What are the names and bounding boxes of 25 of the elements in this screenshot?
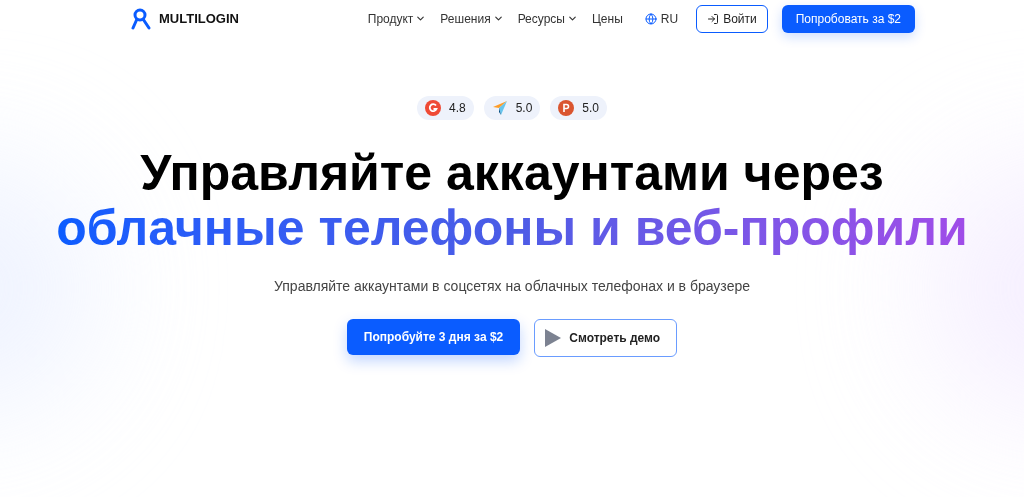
brand-name: MULTILOGIN xyxy=(159,9,239,28)
nav-link[interactable]: Цены xyxy=(591,9,623,28)
rating-score: 5.0 xyxy=(582,100,600,117)
nav-link[interactable]: Ресурсы xyxy=(517,9,578,28)
rating-logo-icon xyxy=(558,100,575,116)
nav-link[interactable]: Продукт xyxy=(367,9,427,28)
play-icon xyxy=(545,329,562,347)
chevron-down-icon xyxy=(566,13,578,24)
nav-link[interactable]: Решения xyxy=(440,9,504,28)
hero-title: Управляйте аккаунтами через xyxy=(140,146,884,200)
chevron-down-icon xyxy=(415,13,427,24)
logo-icon[interactable] xyxy=(131,7,151,30)
login-button[interactable]: Войти xyxy=(696,4,768,33)
rating-score: 4.8 xyxy=(448,100,466,117)
paper-plane-icon xyxy=(491,100,508,116)
rating-score: 5.0 xyxy=(515,100,533,117)
chevron-down-icon xyxy=(492,13,504,24)
login-icon xyxy=(707,12,720,25)
hero-subtitle: Управляйте аккаунтами в соцсетях на облачных телефонах и в браузере xyxy=(274,277,750,296)
try-button[interactable]: Попробовать за $2 xyxy=(781,4,915,33)
trial-button[interactable]: Попробуйте 3 дня за $2 xyxy=(346,319,521,355)
demo-button[interactable]: Смотреть демо xyxy=(534,319,678,357)
language-selector[interactable]: RU xyxy=(644,9,679,28)
rating-logo-icon xyxy=(424,100,441,116)
globe-icon xyxy=(644,12,657,25)
